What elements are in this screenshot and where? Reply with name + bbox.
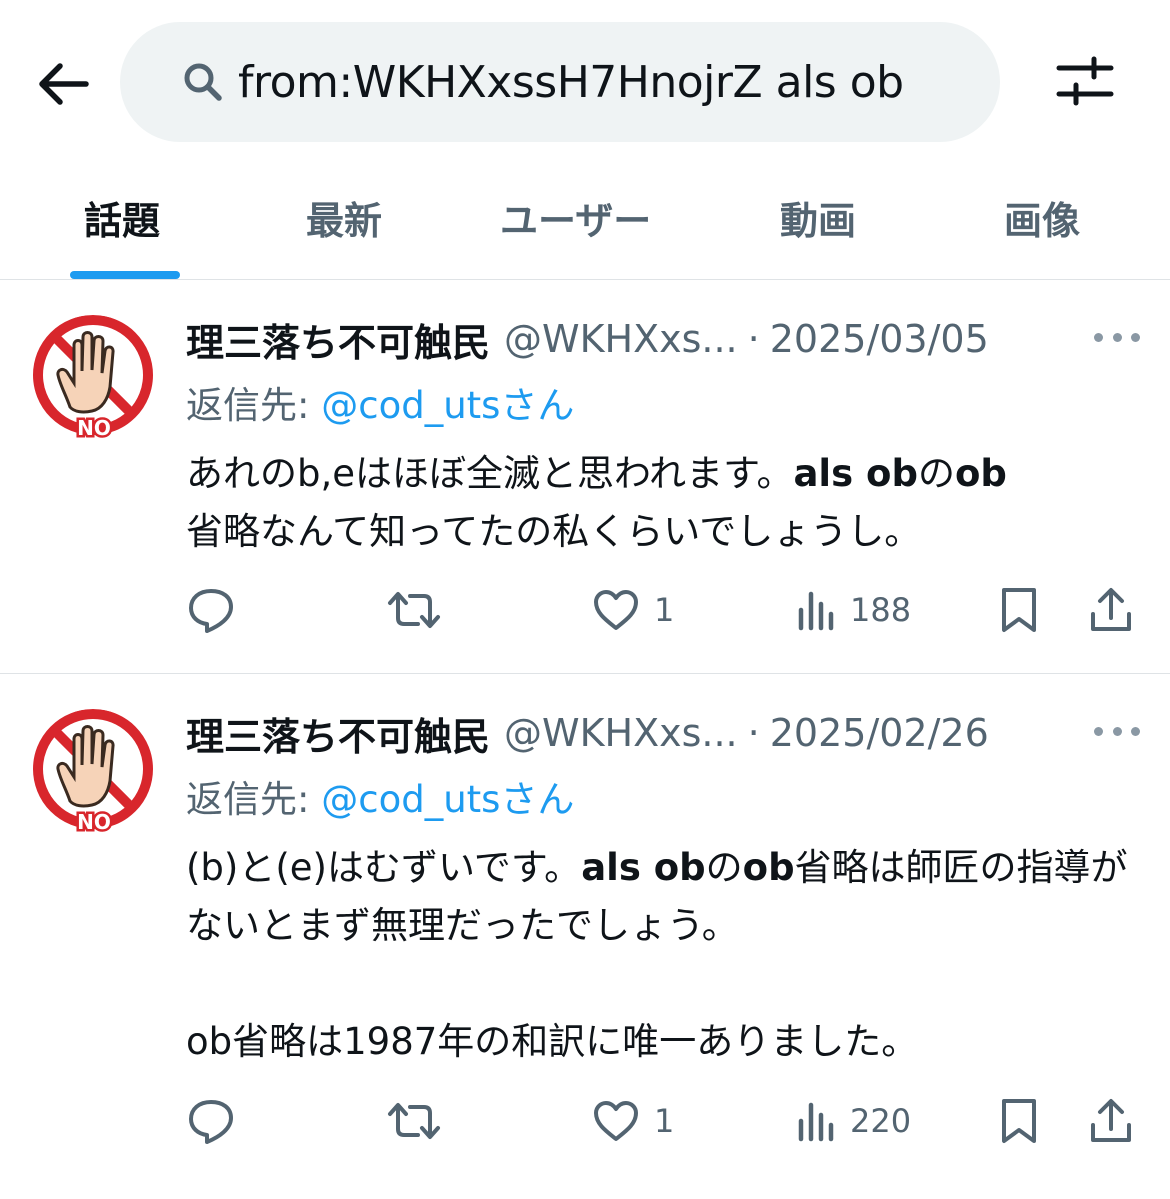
reply-icon	[189, 589, 233, 633]
reply-suffix: さん	[500, 384, 575, 427]
bookmark-button[interactable]	[998, 585, 1040, 635]
share-icon	[1091, 1099, 1131, 1142]
active-tab-indicator	[70, 271, 180, 279]
tweet[interactable]: NO 理三落ち不可触民 @WKHXxs... · 2025/03/05 返信先:…	[0, 281, 1170, 674]
share-button[interactable]	[1088, 1096, 1134, 1146]
repost-button[interactable]	[386, 585, 442, 635]
back-button[interactable]	[30, 52, 94, 116]
more-dot-icon	[1094, 332, 1103, 342]
reply-suffix: さん	[500, 778, 575, 821]
search-filter-button[interactable]	[1052, 52, 1118, 112]
reply-context: 返信先: @cod_utsさん	[186, 769, 574, 823]
svg-text:NO: NO	[77, 810, 111, 834]
repost-button[interactable]	[386, 1096, 442, 1146]
like-button[interactable]: 1	[592, 585, 674, 635]
bookmark-button[interactable]	[998, 1096, 1040, 1146]
reply-context: 返信先: @cod_utsさん	[186, 375, 574, 429]
like-count: 1	[654, 591, 675, 629]
search-tabs: 話題 最新 ユーザー 動画 画像	[0, 165, 1170, 280]
tweet-text: (b)と(e)はむずいです。als obのob省略は師匠の指導がないとまず無理だ…	[186, 846, 1128, 1063]
tweet-date[interactable]: 2025/03/05	[770, 317, 989, 361]
views-button[interactable]: 188	[796, 585, 911, 635]
more-dot-icon	[1131, 726, 1140, 736]
reply-icon	[189, 1100, 233, 1144]
bookmark-icon	[1002, 1099, 1036, 1143]
view-count: 188	[850, 591, 912, 629]
more-dot-icon	[1112, 332, 1122, 342]
like-count: 1	[654, 1102, 675, 1140]
tab-videos[interactable]: 動画	[780, 190, 856, 243]
share-button[interactable]	[1088, 585, 1134, 635]
analytics-icon	[798, 591, 834, 631]
reply-to-handle[interactable]: @cod_uts	[321, 778, 500, 821]
more-options-button[interactable]	[1094, 325, 1140, 349]
avatar[interactable]: NO	[28, 709, 158, 839]
tweet-header: 理三落ち不可触民 @WKHXxs... · 2025/02/26	[186, 705, 989, 761]
tweet-text: あれのb,eはほぼ全滅と思われます。als obのob 省略なんて知ってたの私くら…	[186, 452, 1007, 553]
svg-text:NO: NO	[77, 416, 111, 440]
search-input[interactable]: from:WKHXxssH7HnojrZ als ob	[120, 22, 1000, 142]
share-icon	[1091, 588, 1131, 631]
reply-to-handle[interactable]: @cod_uts	[321, 384, 500, 427]
search-query-text: from:WKHXxssH7HnojrZ als ob	[238, 56, 904, 108]
user-handle[interactable]: @WKHXxs...	[504, 711, 738, 755]
back-arrow-icon	[39, 63, 89, 105]
sliders-icon	[1056, 56, 1114, 106]
bookmark-icon	[1002, 588, 1036, 632]
more-dot-icon	[1112, 726, 1122, 736]
display-name[interactable]: 理三落ち不可触民	[186, 312, 490, 367]
tab-images[interactable]: 画像	[1004, 190, 1080, 243]
repost-icon	[388, 592, 440, 628]
heart-icon	[594, 1101, 638, 1141]
tweet-actions: 1 220	[0, 1090, 1170, 1150]
avatar[interactable]: NO	[28, 315, 158, 445]
heart-icon	[594, 590, 638, 630]
tweet-header: 理三落ち不可触民 @WKHXxs... · 2025/03/05	[186, 311, 989, 367]
separator: ·	[747, 317, 760, 361]
reply-button[interactable]	[186, 585, 236, 635]
views-button[interactable]: 220	[796, 1096, 911, 1146]
tab-users[interactable]: ユーザー	[500, 190, 651, 243]
more-options-button[interactable]	[1094, 719, 1140, 743]
view-count: 220	[850, 1102, 912, 1140]
tab-trending[interactable]: 話題	[84, 190, 160, 243]
user-handle[interactable]: @WKHXxs...	[504, 317, 738, 361]
search-header: from:WKHXxssH7HnojrZ als ob	[0, 0, 1170, 165]
analytics-icon	[798, 1102, 834, 1142]
tweet-date[interactable]: 2025/02/26	[770, 711, 989, 755]
reply-prefix: 返信先:	[186, 778, 322, 821]
tweet[interactable]: NO 理三落ち不可触民 @WKHXxs... · 2025/02/26 返信先:…	[0, 675, 1170, 1199]
reply-prefix: 返信先:	[186, 384, 322, 427]
repost-icon	[388, 1103, 440, 1139]
like-button[interactable]: 1	[592, 1096, 674, 1146]
separator: ·	[747, 711, 760, 755]
tweet-actions: 1 188	[0, 579, 1170, 639]
more-dot-icon	[1094, 726, 1103, 736]
reply-button[interactable]	[186, 1096, 236, 1146]
tab-latest[interactable]: 最新	[306, 190, 382, 243]
display-name[interactable]: 理三落ち不可触民	[186, 706, 490, 761]
more-dot-icon	[1131, 332, 1140, 342]
search-icon	[182, 60, 226, 104]
